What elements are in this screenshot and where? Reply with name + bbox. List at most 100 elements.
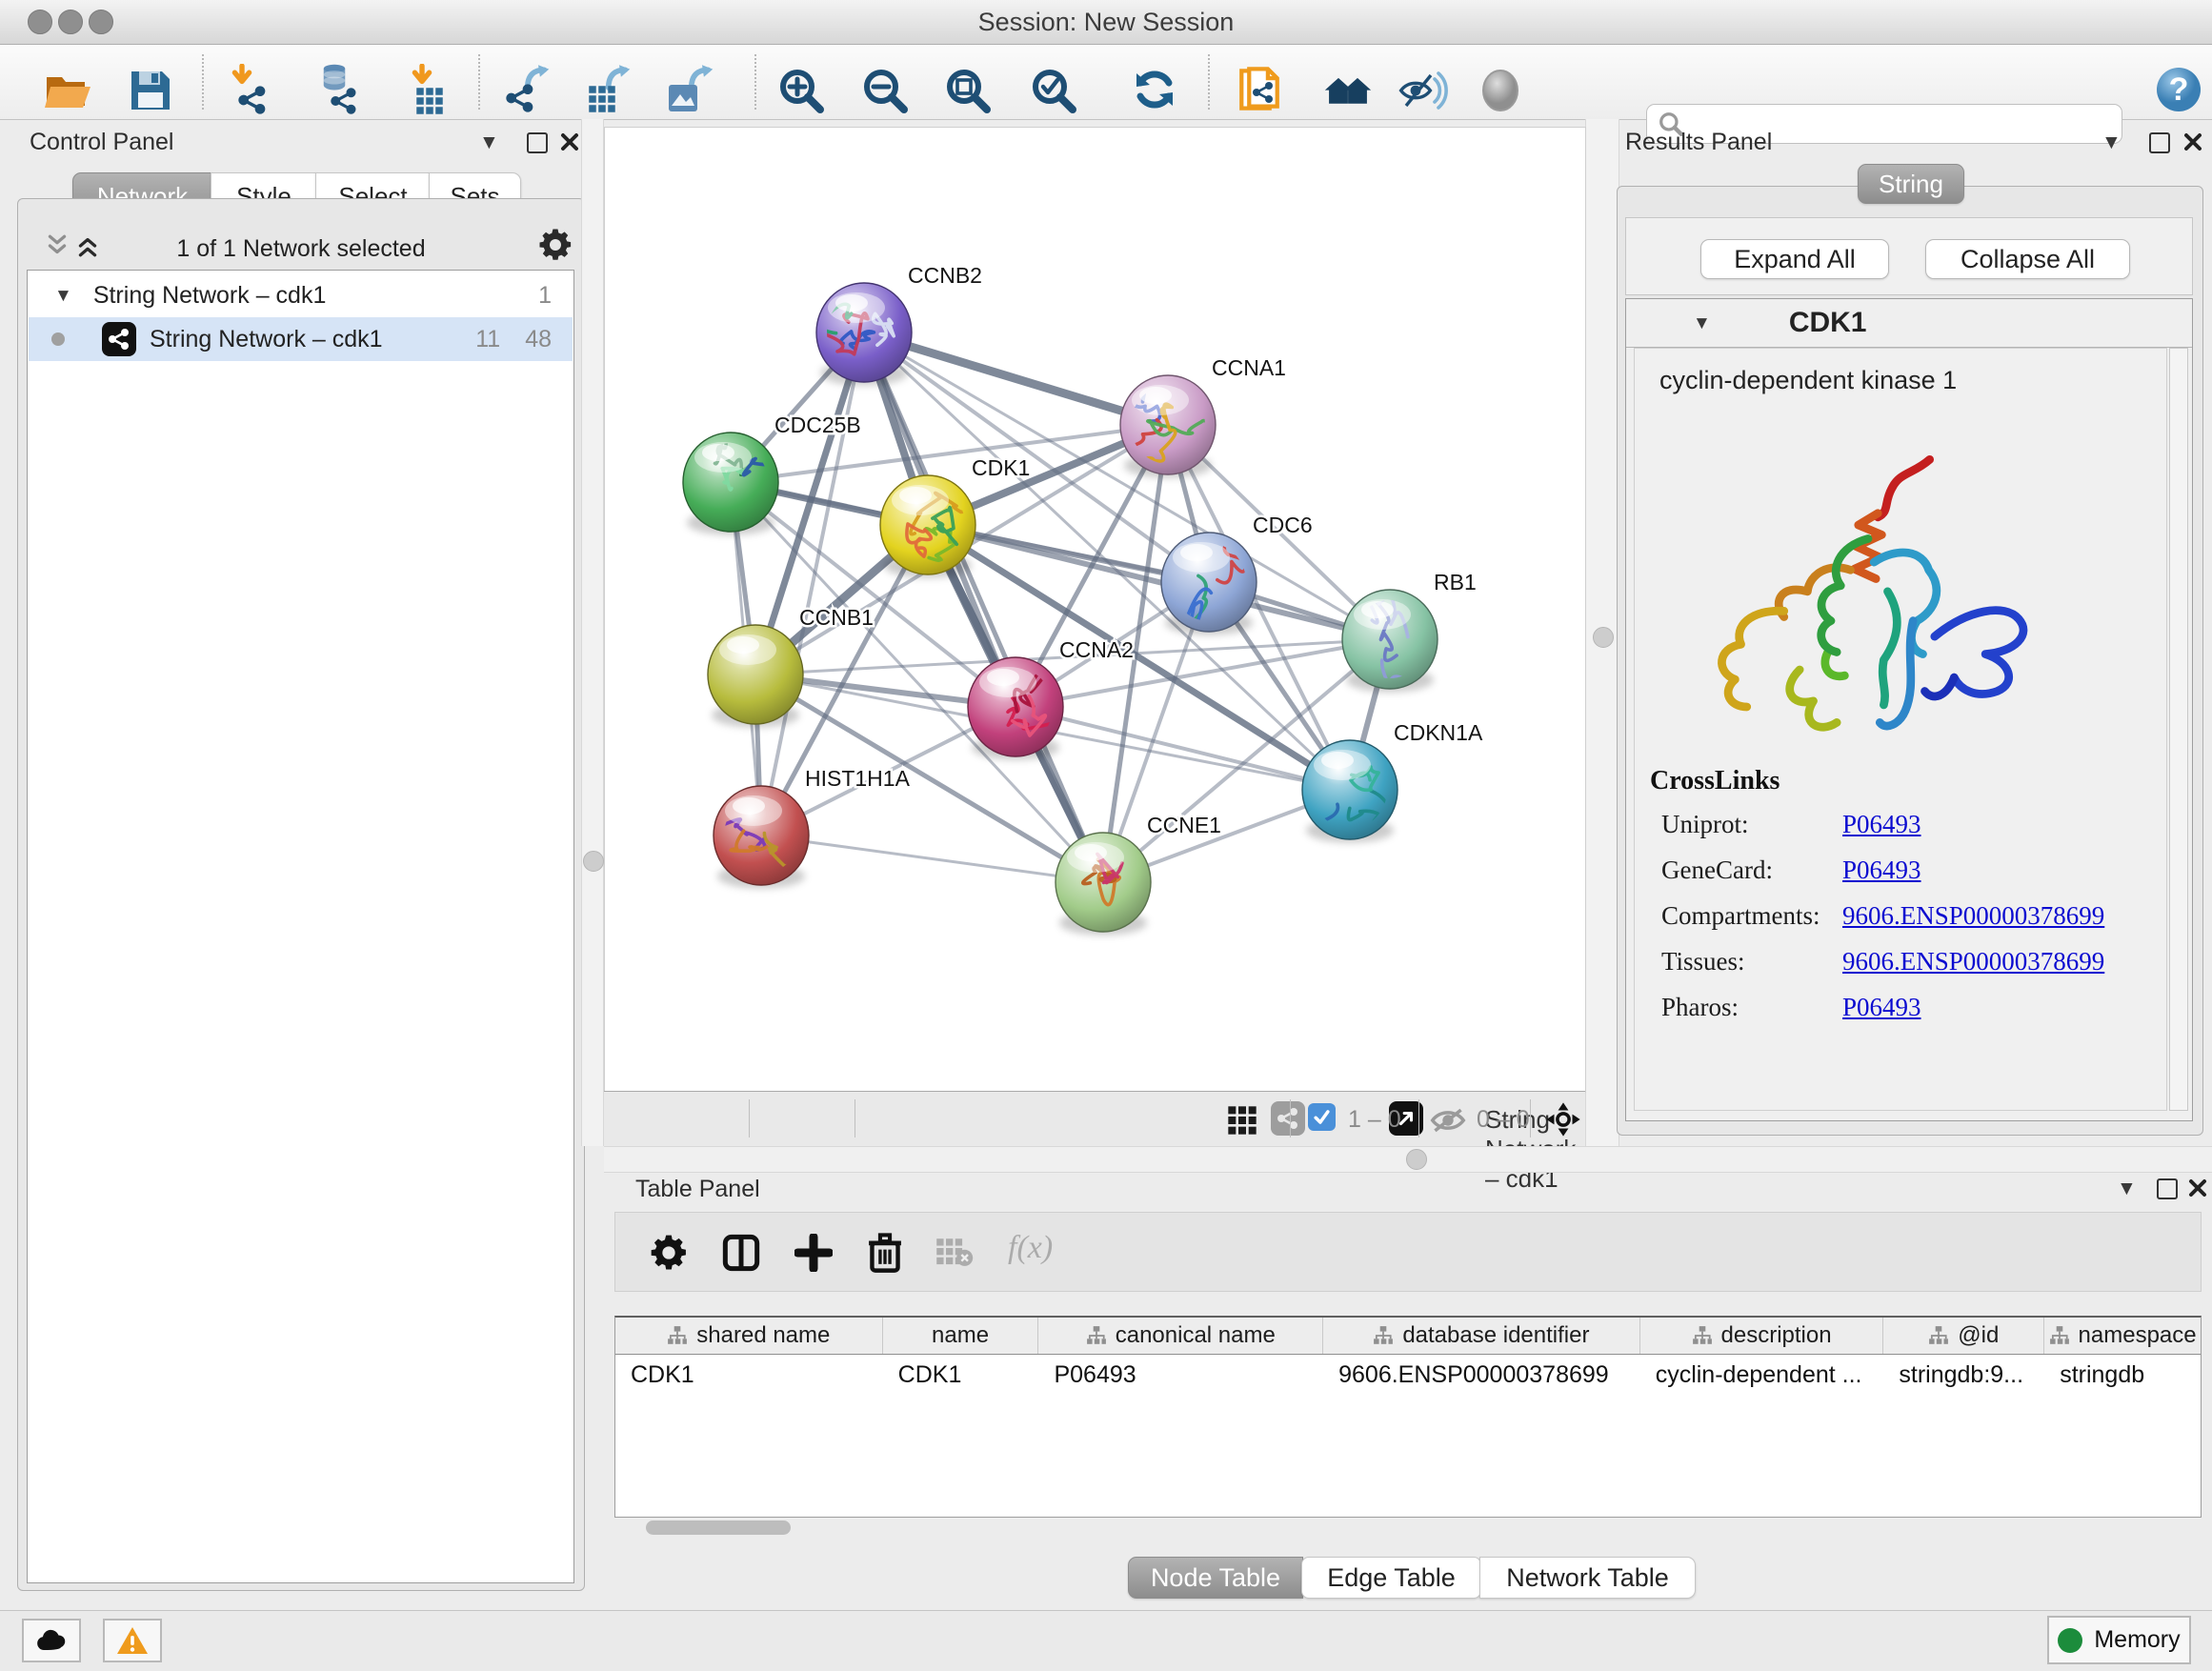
expand-all-button[interactable]: Expand All [1700, 239, 1889, 279]
network-node-cdkn1a[interactable]: CDKN1A [1291, 720, 1483, 843]
genecard-link[interactable]: P06493 [1842, 856, 1921, 899]
birds-eye-view-icon[interactable] [1545, 1101, 1581, 1137]
cell-description[interactable]: cyclin-dependent ... [1640, 1361, 1884, 1389]
table-panel-float-icon[interactable]: ▼ [2117, 1178, 2137, 1198]
delete-column-icon[interactable] [865, 1232, 905, 1274]
control-panel-float-icon[interactable]: ▼ [479, 132, 499, 152]
zoom-selected-icon[interactable] [1027, 64, 1078, 115]
column-header-description[interactable]: description [1640, 1318, 1884, 1354]
cell-canonical-name[interactable]: P06493 [1038, 1361, 1323, 1389]
export-network-icon[interactable] [503, 64, 554, 115]
left-splitter-handle[interactable] [583, 851, 604, 872]
export-table-icon[interactable] [584, 64, 635, 115]
network-canvas[interactable]: CCNB2CCNA1CDC25BCDK1CDC6RB1CCNB1CCNA2CDK… [604, 127, 1586, 1093]
table-scrollbar-thumb[interactable] [646, 1520, 791, 1535]
add-column-icon[interactable] [794, 1234, 833, 1272]
control-panel-close-icon[interactable] [560, 132, 579, 151]
import-table-icon[interactable] [400, 64, 452, 115]
warning-icon [116, 1626, 149, 1655]
import-network-file-icon[interactable] [222, 64, 273, 115]
zoom-in-icon[interactable] [774, 64, 826, 115]
table-columns-icon[interactable] [722, 1234, 760, 1272]
help-icon[interactable]: ? [2153, 64, 2204, 115]
selected-checkbox-icon[interactable] [1308, 1103, 1336, 1131]
cell-id[interactable]: stringdb:9... [1883, 1361, 2044, 1389]
right-splitter[interactable] [1585, 119, 1619, 1146]
network-collection-row[interactable]: ▼ String Network – cdk1 1 [29, 273, 573, 317]
results-panel-close-icon[interactable] [2183, 132, 2202, 151]
collection-expand-icon[interactable]: ▼ [54, 287, 72, 305]
table-horizontal-scrollbar[interactable] [614, 1520, 2202, 1538]
table-gear-icon[interactable] [650, 1234, 688, 1272]
share-document-icon[interactable] [1237, 64, 1288, 115]
node-label-cdc25b: CDC25B [774, 413, 861, 437]
refresh-icon[interactable] [1129, 64, 1180, 115]
save-session-icon[interactable] [124, 64, 175, 115]
network-node-ccnb2[interactable]: CCNB2 [812, 263, 982, 386]
results-panel-maximize-icon[interactable] [2149, 132, 2170, 153]
table-row[interactable]: CDK1 CDK1 P06493 9606.ENSP00000378699 cy… [615, 1355, 2201, 1395]
tab-string[interactable]: String [1858, 164, 1964, 204]
expand-collapse-box: Expand All Collapse All [1625, 217, 2193, 295]
cell-database-identifier[interactable]: 9606.ENSP00000378699 [1323, 1361, 1640, 1389]
tab-network-table[interactable]: Network Table [1479, 1557, 1696, 1599]
left-splitter[interactable] [581, 119, 604, 1146]
zoom-out-icon[interactable] [858, 64, 910, 115]
hidden-eye-icon[interactable] [1430, 1107, 1466, 1134]
tab-node-table[interactable]: Node Table [1128, 1557, 1303, 1599]
results-panel-float-icon[interactable]: ▼ [2101, 132, 2122, 152]
zoom-fit-icon[interactable] [941, 64, 993, 115]
network-tab-panel: 1 of 1 Network selected ▼ String Network… [17, 198, 585, 1591]
table-panel-close-icon[interactable] [2188, 1178, 2207, 1198]
tissues-link[interactable]: 9606.ENSP00000378699 [1842, 947, 2104, 991]
column-header-canonical-name[interactable]: canonical name [1038, 1318, 1323, 1354]
gene-collapse-icon[interactable]: ▼ [1693, 314, 1711, 332]
horizontal-splitter-handle[interactable] [1406, 1149, 1427, 1170]
memory-button[interactable]: Memory [2047, 1616, 2191, 1664]
collapse-all-button[interactable]: Collapse All [1925, 239, 2130, 279]
table-panel-maximize-icon[interactable] [2157, 1178, 2178, 1199]
network-node-ccnb1[interactable]: CCNB1 [708, 605, 874, 728]
cell-namespace[interactable]: stringdb [2044, 1361, 2201, 1389]
column-header-namespace[interactable]: namespace [2044, 1318, 2201, 1354]
tab-edge-table[interactable]: Edge Table [1301, 1557, 1481, 1599]
grid-view-icon[interactable] [1227, 1105, 1257, 1136]
crosslink-row: Pharos: P06493 [1661, 993, 2157, 1037]
network-node-hist1h1a[interactable]: HIST1H1A [714, 766, 911, 889]
string-network-graph[interactable]: CCNB2CCNA1CDC25BCDK1CDC6RB1CCNB1CCNA2CDK… [605, 128, 1585, 1092]
network-share-icon[interactable] [1271, 1101, 1305, 1136]
control-panel-maximize-icon[interactable] [527, 132, 548, 153]
column-header-name[interactable]: name [883, 1318, 1039, 1354]
column-header-id[interactable]: @id [1883, 1318, 2044, 1354]
network-node-ccna1[interactable]: CCNA1 [1105, 355, 1286, 478]
cell-name[interactable]: CDK1 [883, 1361, 1039, 1389]
cell-shared-name[interactable]: CDK1 [615, 1361, 883, 1389]
gene-symbol: CDK1 [1789, 307, 1867, 339]
network-row-selected[interactable]: String Network – cdk1 11 48 [29, 317, 573, 361]
network-node-rb1[interactable]: RB1 [1342, 570, 1477, 696]
import-network-database-icon[interactable] [312, 64, 364, 115]
uniprot-link[interactable]: P06493 [1842, 810, 1921, 854]
open-session-icon[interactable] [41, 64, 92, 115]
export-image-icon[interactable] [665, 64, 716, 115]
compartments-link[interactable]: 9606.ENSP00000378699 [1842, 901, 2104, 945]
multiple-homes-icon[interactable] [1320, 64, 1372, 115]
network-node-cdk1[interactable]: CDK1 [880, 455, 1030, 578]
gene-section-header[interactable]: ▼ CDK1 [1626, 299, 2192, 348]
current-network-dot-icon [51, 332, 65, 346]
right-splitter-handle[interactable] [1593, 627, 1614, 648]
horizontal-splitter[interactable] [604, 1146, 2212, 1173]
toolbar-separator [478, 54, 480, 110]
column-header-shared-name[interactable]: shared name [615, 1318, 883, 1354]
delete-table-icon[interactable] [935, 1238, 974, 1268]
warning-button[interactable] [103, 1619, 162, 1662]
cloud-button[interactable] [22, 1619, 81, 1662]
pharos-link[interactable]: P06493 [1842, 993, 1921, 1037]
hide-graphics-details-icon[interactable] [1398, 64, 1450, 115]
show-graphics-details-icon[interactable] [1475, 64, 1526, 115]
network-options-gear-icon[interactable] [538, 228, 573, 262]
results-scrollbar[interactable] [2169, 348, 2188, 1111]
crosslink-row: Compartments: 9606.ENSP00000378699 [1661, 901, 2157, 945]
column-header-database-identifier[interactable]: database identifier [1323, 1318, 1640, 1354]
function-builder-icon[interactable]: f(x) [1008, 1230, 1053, 1266]
